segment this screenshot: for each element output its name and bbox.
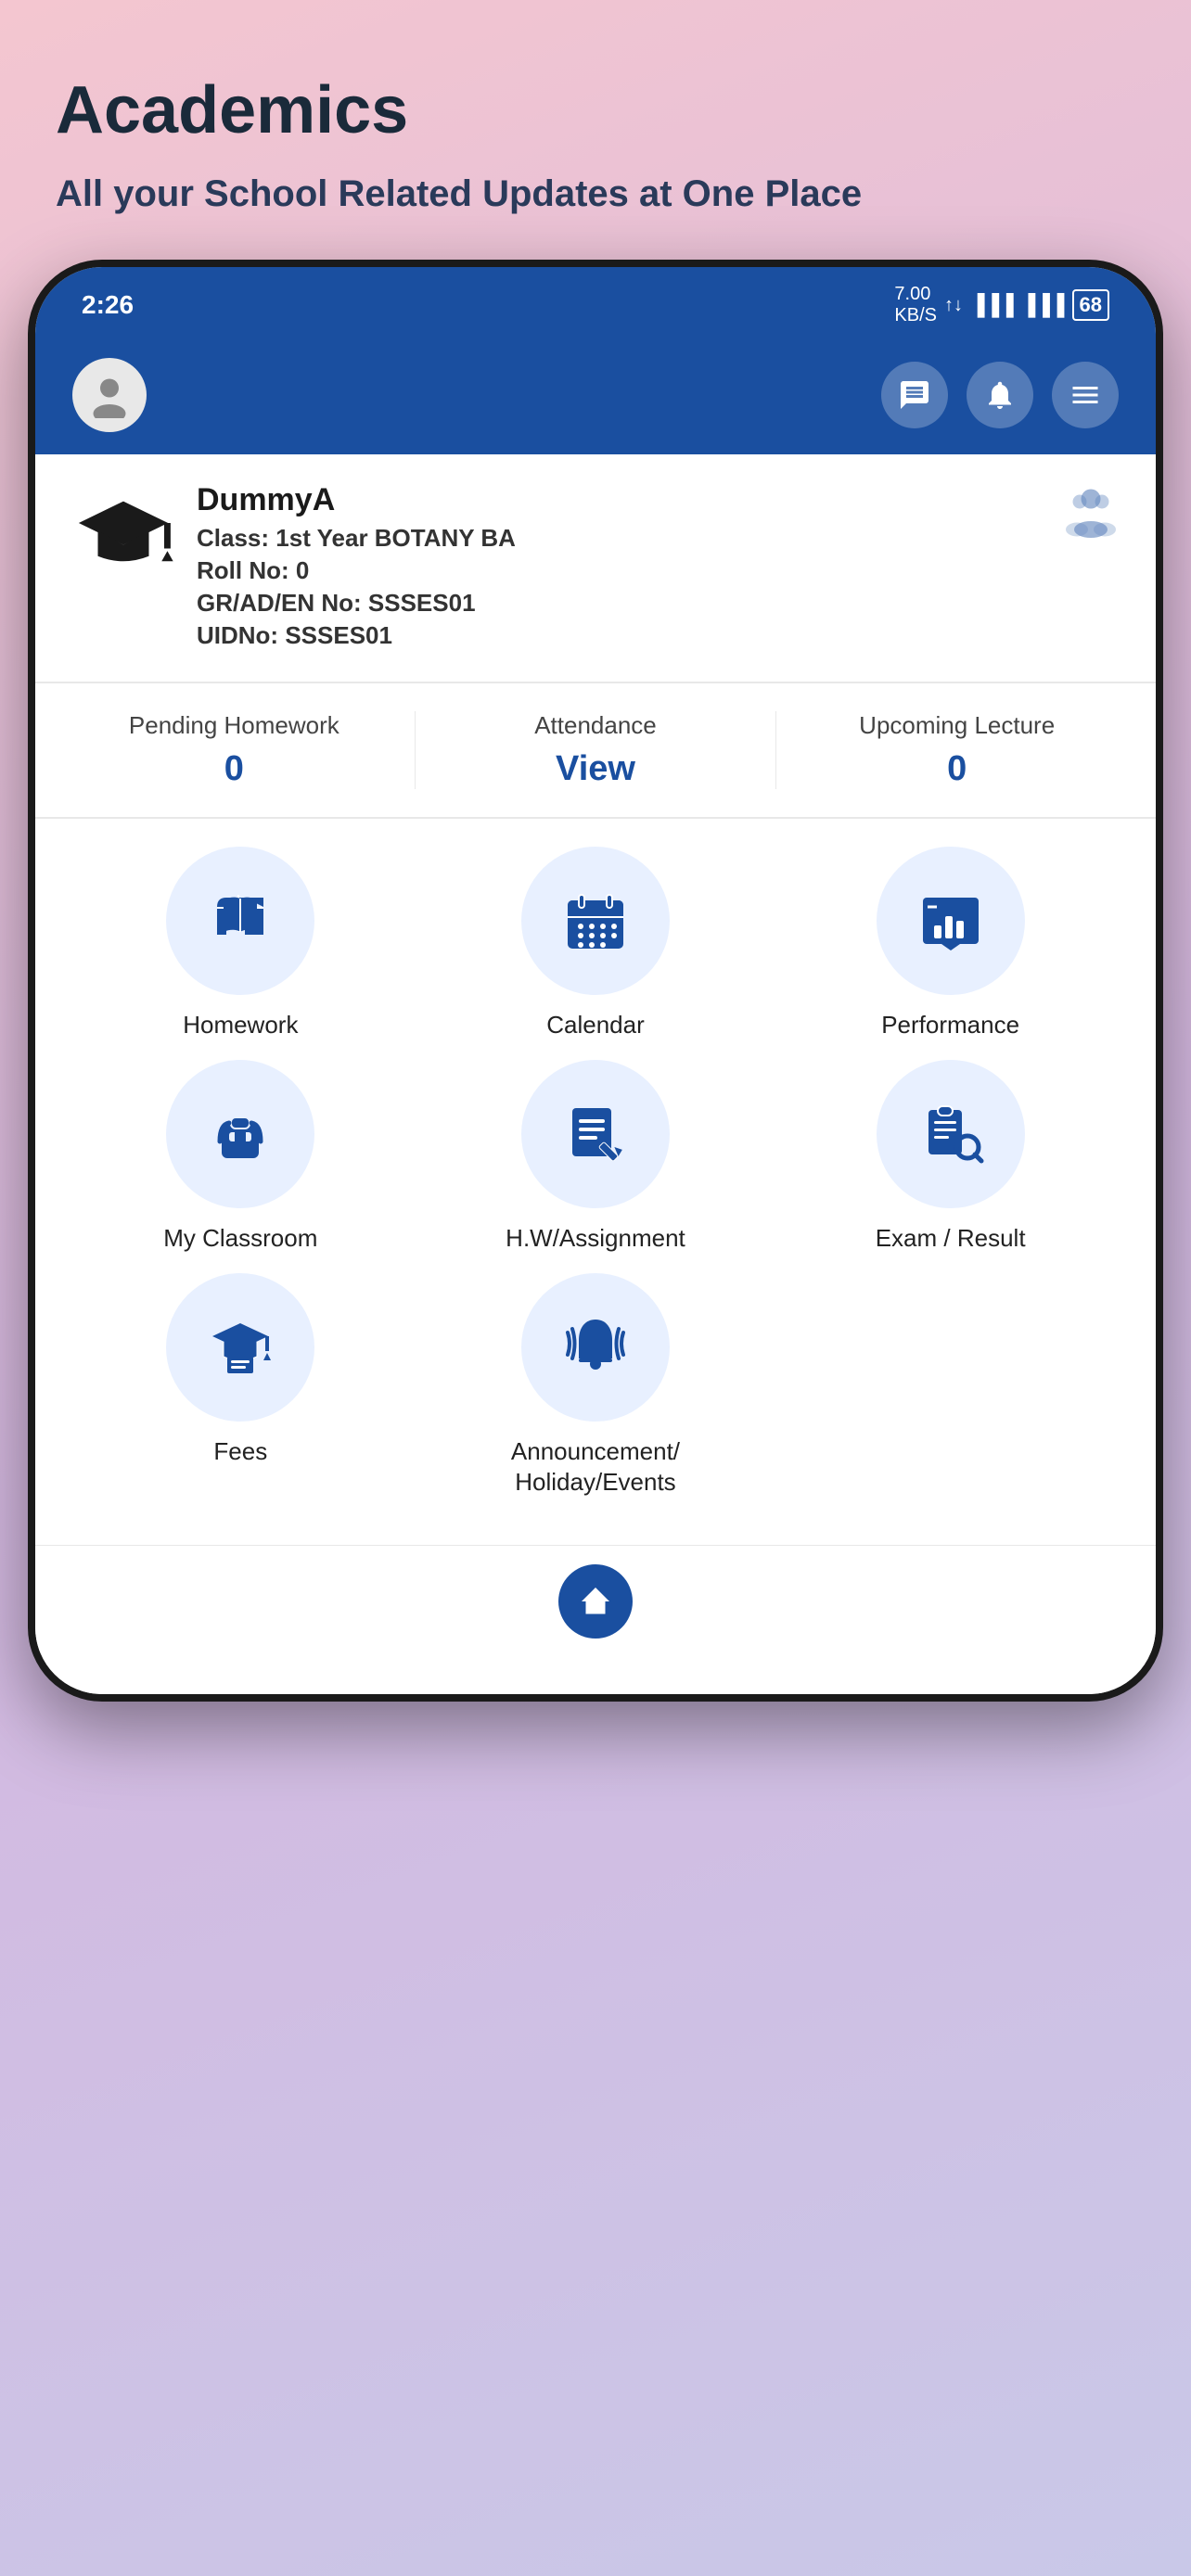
homework-icon-circle <box>166 847 314 995</box>
grid-item-hw-assignment[interactable]: H.W/Assignment <box>503 1060 688 1255</box>
grid-item-performance[interactable]: Performance <box>858 847 1044 1041</box>
student-uid: UIDNo: SSSES01 <box>197 621 1041 650</box>
student-name: DummyA <box>197 482 1041 518</box>
calendar-icon-circle <box>521 847 670 995</box>
calendar-label: Calendar <box>546 1010 645 1041</box>
hw-assignment-label: H.W/Assignment <box>506 1223 685 1255</box>
exam-result-label: Exam / Result <box>876 1223 1026 1255</box>
grid-item-announcement[interactable]: Announcement/Holiday/Events <box>503 1273 688 1499</box>
grid-row-2: My Classroom <box>63 1060 1128 1255</box>
pending-homework-value: 0 <box>54 749 415 789</box>
page-subtitle: All your School Related Updates at One P… <box>56 170 1135 218</box>
stat-upcoming-lecture: Upcoming Lecture 0 <box>775 711 1137 789</box>
student-avatar-icon <box>1063 482 1119 549</box>
grid-row-3: Fees <box>63 1273 1128 1499</box>
phone-screen: 2:26 7.00KB/S ↑↓ ▐▐▐ ▐▐▐ 68 <box>35 267 1156 1694</box>
upcoming-lecture-value: 0 <box>776 749 1137 789</box>
icons-grid: Homework <box>35 819 1156 1545</box>
signal-icon-2: ▐▐▐ <box>1021 293 1065 317</box>
grid-item-fees[interactable]: Fees <box>147 1273 333 1499</box>
header-icons <box>881 362 1119 428</box>
upcoming-lecture-label: Upcoming Lecture <box>776 711 1137 740</box>
announcement-icon-circle <box>521 1273 670 1422</box>
stats-row: Pending Homework 0 Attendance View Upcom… <box>35 683 1156 819</box>
performance-label: Performance <box>881 1010 1019 1041</box>
phone-container: 2:26 7.00KB/S ↑↓ ▐▐▐ ▐▐▐ 68 <box>28 260 1163 1702</box>
fees-label: Fees <box>213 1436 267 1468</box>
student-grad: GR/AD/EN No: SSSES01 <box>197 589 1041 618</box>
grid-item-my-classroom[interactable]: My Classroom <box>147 1060 333 1255</box>
announcement-label: Announcement/Holiday/Events <box>511 1436 680 1499</box>
menu-button[interactable] <box>1052 362 1119 428</box>
home-tab-button[interactable] <box>558 1564 633 1639</box>
chat-button[interactable] <box>881 362 948 428</box>
bottom-bar <box>35 1545 1156 1694</box>
grid-row-1: Homework <box>63 847 1128 1041</box>
homework-label: Homework <box>183 1010 298 1041</box>
app-header <box>35 339 1156 454</box>
student-card: DummyA Class: 1st Year BOTANY BA Roll No… <box>35 454 1156 683</box>
status-bar: 2:26 7.00KB/S ↑↓ ▐▐▐ ▐▐▐ 68 <box>35 267 1156 339</box>
pending-homework-label: Pending Homework <box>54 711 415 740</box>
data-icon: ↑↓ <box>944 295 963 316</box>
background-text-area: Academics All your School Related Update… <box>0 0 1191 255</box>
notification-button[interactable] <box>967 362 1033 428</box>
battery-icon: 68 <box>1072 289 1109 321</box>
stat-attendance[interactable]: Attendance View <box>415 711 776 789</box>
performance-icon-circle <box>877 847 1025 995</box>
exam-result-icon-circle <box>877 1060 1025 1208</box>
my-classroom-icon-circle <box>166 1060 314 1208</box>
page-title: Academics <box>56 74 1135 147</box>
status-time: 2:26 <box>82 290 134 320</box>
network-speed: 7.00KB/S <box>894 284 937 326</box>
status-icons: 7.00KB/S ↑↓ ▐▐▐ ▐▐▐ 68 <box>894 284 1109 326</box>
grid-item-exam-result[interactable]: Exam / Result <box>858 1060 1044 1255</box>
attendance-label: Attendance <box>416 711 776 740</box>
grid-item-homework[interactable]: Homework <box>147 847 333 1041</box>
student-class: Class: 1st Year BOTANY BA <box>197 524 1041 553</box>
grid-item-calendar[interactable]: Calendar <box>503 847 688 1041</box>
student-roll: Roll No: 0 <box>197 556 1041 585</box>
hw-assignment-icon-circle <box>521 1060 670 1208</box>
signal-icon: ▐▐▐ <box>970 293 1014 317</box>
attendance-value: View <box>416 749 776 789</box>
graduation-icon <box>72 482 174 584</box>
avatar <box>72 358 147 432</box>
fees-icon-circle <box>166 1273 314 1422</box>
student-info: DummyA Class: 1st Year BOTANY BA Roll No… <box>197 482 1041 654</box>
my-classroom-label: My Classroom <box>163 1223 317 1255</box>
stat-pending-homework: Pending Homework 0 <box>54 711 415 789</box>
